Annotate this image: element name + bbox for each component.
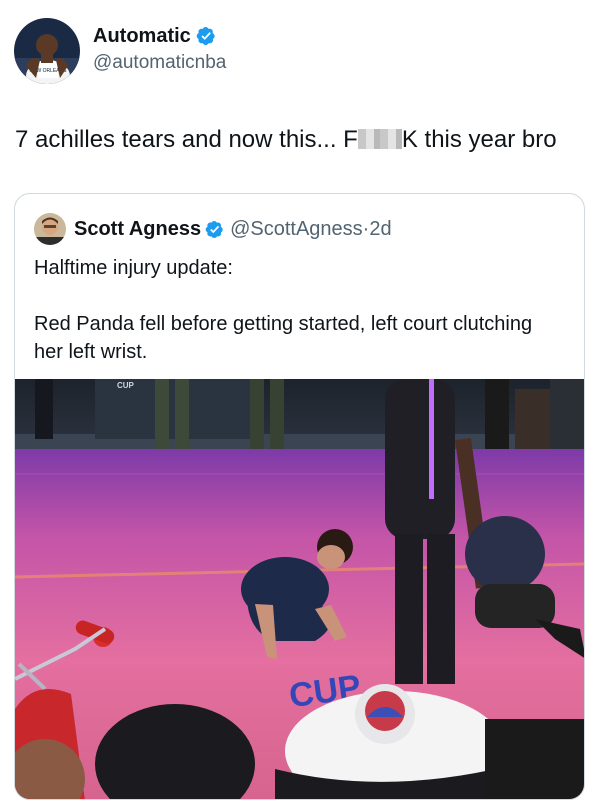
- author-name-row: Automatic: [93, 24, 226, 48]
- quoted-media-photo[interactable]: CUP CUP: [15, 379, 584, 799]
- quoted-tweet-text: Halftime injury update: Red Panda fell b…: [34, 254, 564, 366]
- quoted-author-handle[interactable]: @ScottAgness·2d: [230, 218, 392, 241]
- verified-badge-icon: [196, 26, 215, 45]
- quoted-author-avatar[interactable]: [34, 213, 66, 245]
- quoted-author-name[interactable]: Scott Agness: [74, 218, 201, 241]
- author-avatar[interactable]: NEW ORLEANS: [14, 18, 80, 84]
- tweet-text-part-2: K this year bro: [401, 126, 557, 153]
- tweet-header: NEW ORLEANS Automatic @automaticnba: [14, 18, 226, 84]
- author-name[interactable]: Automatic: [93, 24, 191, 48]
- author-block: Automatic @automaticnba: [93, 24, 226, 75]
- quoted-tweet-card[interactable]: Scott Agness @ScottAgness·2d Halftime in…: [14, 193, 585, 800]
- censor-blur: [357, 129, 402, 149]
- quoted-age: 2d: [369, 217, 392, 240]
- arena-sign-text: CUP: [117, 381, 135, 390]
- author-handle[interactable]: @automaticnba: [93, 51, 226, 75]
- tweet-text: 7 achilles tears and now this... F K this…: [15, 125, 557, 155]
- quoted-line-2: Red Panda fell before getting started, l…: [34, 313, 533, 363]
- quoted-line-1: Halftime injury update:: [34, 257, 233, 279]
- quoted-tweet-header: Scott Agness @ScottAgness·2d: [34, 213, 392, 245]
- tweet-text-part-1: 7 achilles tears and now this... F: [15, 126, 358, 153]
- quoted-handle-text: @ScottAgness: [230, 217, 363, 240]
- verified-badge-icon: [205, 220, 223, 238]
